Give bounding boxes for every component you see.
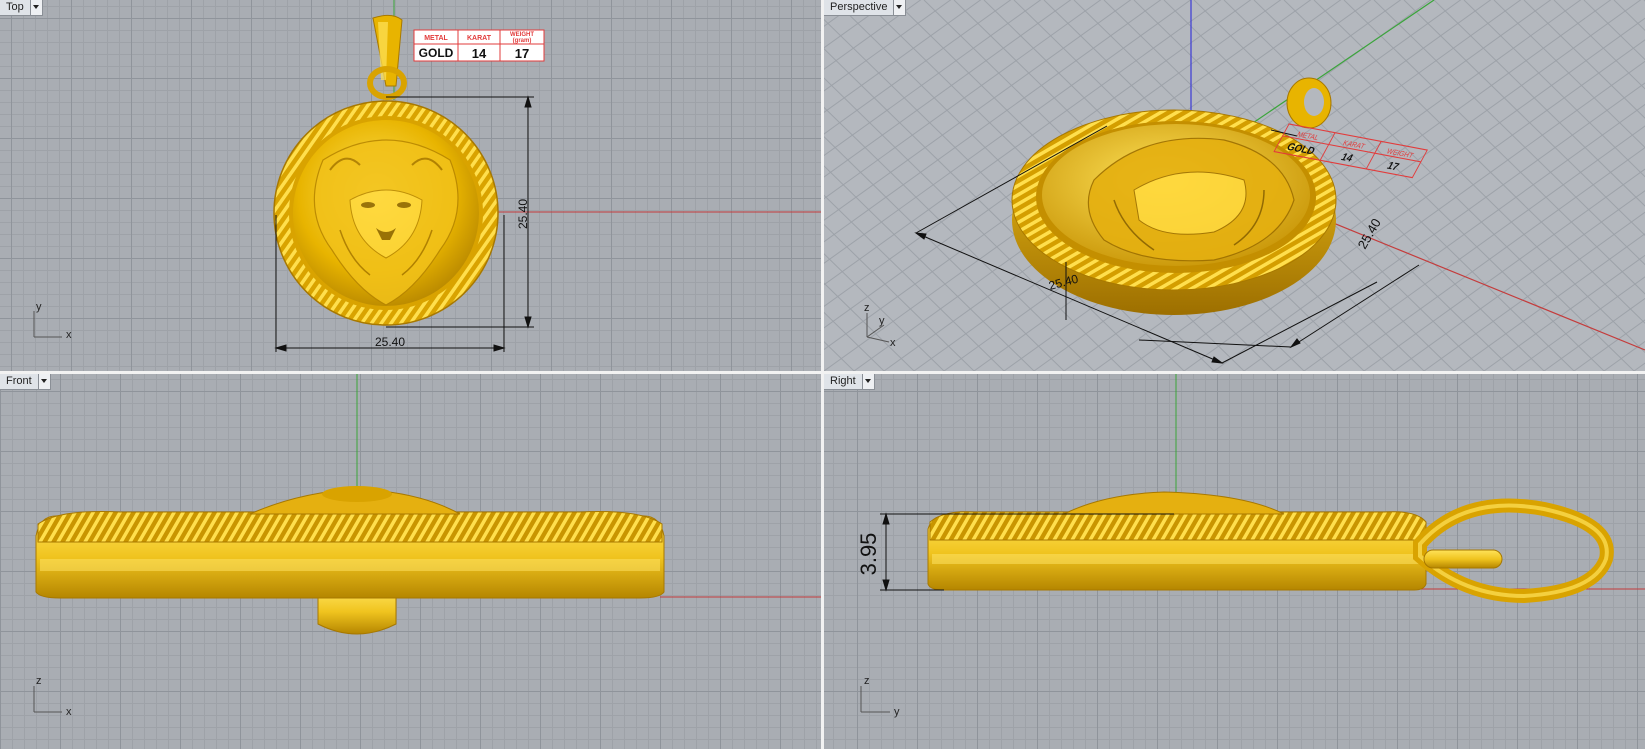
- pendant-side-front: [35, 486, 665, 599]
- spec-header-metal-p: METAL: [1295, 130, 1321, 143]
- spec-header-metal: METAL: [424, 35, 448, 42]
- pendant-side-right: [927, 491, 1427, 591]
- axis-label-y: y: [36, 301, 42, 313]
- axis-label-x: x: [66, 706, 72, 718]
- bail: [1413, 498, 1614, 604]
- dim-width-label: 25.40: [375, 335, 405, 349]
- viewport-title-right: Right: [830, 375, 856, 387]
- viewport-title-top: Top: [6, 1, 24, 13]
- bail: [1286, 77, 1332, 129]
- viewport-label-perspective[interactable]: Perspective: [824, 0, 907, 16]
- spec-table: METAL KARAT WEIGHT (gram) GOLD 14 17: [413, 29, 545, 62]
- axis-label-z: z: [864, 302, 870, 314]
- viewport-title-front: Front: [6, 375, 32, 387]
- spec-value-weight-p: 17: [1385, 161, 1401, 173]
- spec-header-karat: KARAT: [467, 35, 492, 42]
- spec-value-weight: 17: [515, 46, 529, 61]
- viewport-label-front[interactable]: Front: [0, 374, 51, 390]
- grid-line: [824, 0, 952, 92]
- axis-icon-right: [860, 686, 890, 713]
- axis-label-x: x: [890, 337, 896, 349]
- chevron-down-icon[interactable]: [37, 374, 50, 389]
- spec-header-weight-unit: (gram): [513, 38, 532, 44]
- spec-value-karat: 14: [472, 46, 487, 61]
- axis-label-y: y: [894, 706, 900, 718]
- spec-value-metal: GOLD: [419, 46, 454, 60]
- spec-value-karat-p: 14: [1339, 152, 1355, 164]
- right-scene: 3.95 z y: [856, 374, 1645, 718]
- grid-line: [824, 165, 1035, 371]
- viewport-title-perspective: Perspective: [830, 1, 888, 13]
- axis-label-z: z: [36, 675, 42, 687]
- chevron-down-icon[interactable]: [29, 0, 42, 15]
- grid-line: [1453, 233, 1645, 371]
- chevron-down-icon[interactable]: [893, 0, 906, 15]
- dim-height-label: 25.40: [516, 199, 530, 229]
- viewport-label-top[interactable]: Top: [0, 0, 43, 16]
- grid-line: [1403, 0, 1645, 236]
- bail: [367, 14, 407, 100]
- viewport-perspective[interactable]: 25.40 25.40 METAL KARAT WEIGHT GOLD 14 1…: [824, 0, 1645, 371]
- spec-header-karat-p: KARAT: [1341, 138, 1367, 151]
- axis-label-y: y: [879, 315, 885, 327]
- grid-line: [1633, 362, 1645, 371]
- grid-line: [1523, 0, 1645, 119]
- viewport-right[interactable]: 3.95 z y Right: [824, 374, 1645, 749]
- axis-label-x: x: [66, 329, 72, 341]
- viewport-top[interactable]: 25.40 25.40 METAL KARAT WEIGHT (gram) GO…: [0, 0, 821, 371]
- axis-icon-front: [33, 686, 62, 713]
- viewport-splitter-horizontal[interactable]: [0, 371, 1645, 374]
- pendant-disc: [273, 100, 499, 326]
- viewport-label-right[interactable]: Right: [824, 374, 875, 390]
- grid-line: [1553, 0, 1645, 90]
- grid-line: [1343, 0, 1645, 295]
- viewport-front[interactable]: z x Front: [0, 374, 821, 749]
- grid-line: [824, 282, 915, 371]
- grid-line: [1573, 319, 1645, 371]
- grid-line: [824, 311, 885, 371]
- dim-thickness-label: 3.95: [856, 533, 881, 576]
- axis-icon-perspective: [866, 313, 890, 343]
- axis-label-z: z: [864, 675, 870, 687]
- front-scene: z x: [33, 374, 821, 718]
- viewport-splitter-vertical[interactable]: [821, 0, 824, 749]
- grid-line: [824, 0, 832, 6]
- chevron-down-icon[interactable]: [861, 374, 874, 389]
- perspective-scene: 25.40 25.40 METAL KARAT WEIGHT GOLD 14 1…: [824, 0, 1645, 371]
- grid-line: [1433, 0, 1645, 207]
- grid-line: [824, 0, 884, 371]
- grid-line: [824, 341, 855, 371]
- grid-line: [824, 0, 854, 371]
- grid-line: [1313, 0, 1645, 324]
- axis-icon-top: [33, 311, 62, 338]
- top-scene: 25.40 25.40 METAL KARAT WEIGHT (gram) GO…: [33, 0, 821, 352]
